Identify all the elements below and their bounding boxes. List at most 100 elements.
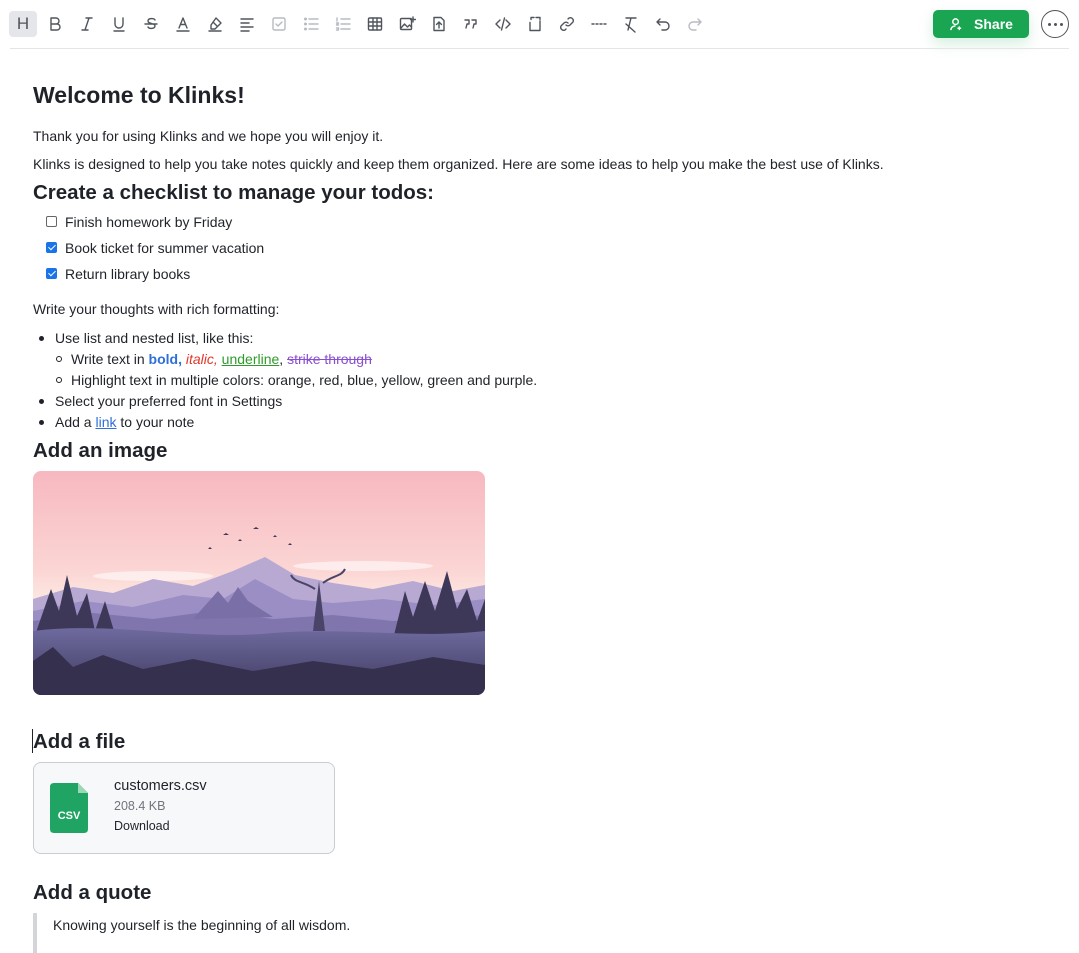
more-options-button[interactable]	[1041, 10, 1069, 38]
landscape-image[interactable]	[33, 471, 485, 695]
highlight-button[interactable]	[201, 11, 229, 37]
more-dot-icon	[1053, 22, 1057, 26]
link-suffix: to your note	[116, 414, 195, 430]
insert-image-button[interactable]	[393, 11, 421, 37]
italic-sample: italic,	[185, 351, 218, 367]
italic-button[interactable]	[73, 11, 101, 37]
file-heading: Add a file	[33, 730, 126, 753]
link-prefix: Add a	[55, 414, 96, 430]
blockquote: Knowing yourself is the beginning of all…	[33, 913, 437, 953]
bullet	[39, 419, 44, 425]
list-item: Select your preferred font in Settings	[33, 392, 282, 410]
image-icon	[399, 16, 416, 31]
horizontal-rule-icon	[591, 23, 607, 25]
bullet-list-icon	[304, 17, 319, 31]
toolbar-divider	[10, 48, 1069, 49]
table-button[interactable]	[361, 11, 389, 37]
checkbox-icon	[272, 17, 286, 31]
nested-prefix: Write text in	[71, 351, 149, 367]
checklist-heading: Create a checklist to manage your todos:	[33, 181, 435, 204]
mountain-landscape-illustration	[33, 471, 485, 695]
checkbox[interactable]	[46, 215, 57, 227]
bullet-hollow	[56, 377, 62, 383]
quote-text: Knowing yourself is the beginning of all…	[53, 917, 351, 933]
list-item-text: Use list and nested list, like this:	[55, 330, 254, 346]
csv-icon-label: CSV	[58, 810, 81, 822]
nested-item-text: Write text in bold, italic, underline, s…	[71, 351, 372, 367]
quote-button[interactable]	[457, 11, 485, 37]
list-item: Add a link to your note	[33, 413, 194, 431]
share-user-icon	[950, 17, 962, 30]
list-item-text: Add a link to your note	[55, 414, 194, 430]
strikethrough-icon	[144, 17, 158, 30]
rich-format-intro: Write your thoughts with rich formatting…	[33, 301, 280, 317]
align-button[interactable]	[233, 11, 261, 37]
nested-list-item: Write text in bold, italic, underline, s…	[50, 350, 372, 368]
intro-paragraph-1: Thank you for using Klinks and we hope y…	[33, 128, 384, 144]
redo-icon	[688, 18, 702, 31]
strikethrough-button[interactable]	[137, 11, 165, 37]
italic-icon	[81, 17, 93, 31]
bold-sample: bold,	[148, 351, 182, 367]
bold-button[interactable]	[41, 11, 69, 37]
nested-list-item: Highlight text in multiple colors: orang…	[50, 371, 537, 389]
file-attachment-card[interactable]: CSV customers.csv 208.4 KB Download	[33, 762, 335, 854]
section-icon	[529, 16, 541, 32]
checklist-item-label: Finish homework by Friday	[65, 214, 233, 230]
checklist-item: Return library books	[46, 264, 190, 284]
bullet-hollow	[56, 356, 62, 362]
more-dot-icon	[1047, 22, 1051, 26]
checklist-item-label: Book ticket for summer vacation	[65, 240, 265, 256]
strike-sample: strike through	[287, 351, 372, 367]
checklist-item: Book ticket for summer vacation	[46, 238, 264, 258]
file-size: 208.4 KB	[114, 799, 166, 813]
checkbox-checked[interactable]	[46, 267, 57, 279]
list-item: Use list and nested list, like this:	[33, 329, 253, 347]
text-color-button[interactable]	[169, 11, 197, 37]
checklist-button[interactable]	[265, 11, 293, 37]
checkbox-checked[interactable]	[46, 241, 57, 253]
text-color-icon	[176, 17, 190, 32]
quote-heading: Add a quote	[33, 881, 152, 904]
file-upload-icon	[433, 16, 445, 32]
underline-icon	[113, 17, 125, 32]
numbered-list-icon	[335, 17, 351, 31]
image-heading: Add an image	[33, 439, 168, 462]
file-download-link[interactable]: Download	[114, 819, 170, 833]
underline-sample: underline	[221, 351, 280, 367]
bullet	[39, 398, 44, 404]
code-icon	[495, 17, 511, 31]
intro-paragraph-2: Klinks is designed to help you take note…	[33, 156, 884, 172]
undo-button[interactable]	[649, 11, 677, 37]
redo-button[interactable]	[681, 11, 709, 37]
clear-format-icon	[625, 17, 637, 33]
bold-icon	[50, 17, 61, 31]
text-cursor	[32, 729, 33, 753]
bullet	[39, 335, 44, 341]
section-button[interactable]	[521, 11, 549, 37]
undo-icon	[656, 18, 670, 31]
note-link[interactable]: link	[95, 414, 116, 430]
csv-file-icon: CSV	[50, 783, 88, 833]
quote-icon	[464, 19, 477, 29]
code-button[interactable]	[489, 11, 517, 37]
numbered-list-button[interactable]	[329, 11, 357, 37]
nested-item-text: Highlight text in multiple colors: orang…	[71, 372, 538, 388]
bullet-list-button[interactable]	[297, 11, 325, 37]
more-dot-icon	[1059, 22, 1063, 26]
divider-button[interactable]	[585, 11, 613, 37]
clear-format-button[interactable]	[617, 11, 645, 37]
insert-file-button[interactable]	[425, 11, 453, 37]
file-name: customers.csv	[114, 778, 207, 794]
heading-button[interactable]: H	[9, 11, 37, 37]
share-button[interactable]: Share	[933, 10, 1029, 38]
link-button[interactable]	[553, 11, 581, 37]
comma: ,	[279, 351, 284, 367]
checklist-item-label: Return library books	[65, 266, 191, 282]
table-icon	[367, 17, 383, 31]
share-label: Share	[974, 16, 1013, 32]
link-icon	[560, 17, 574, 31]
underline-button[interactable]	[105, 11, 133, 37]
note-title: Welcome to Klinks!	[33, 82, 245, 108]
checklist-item: Finish homework by Friday	[46, 212, 232, 232]
